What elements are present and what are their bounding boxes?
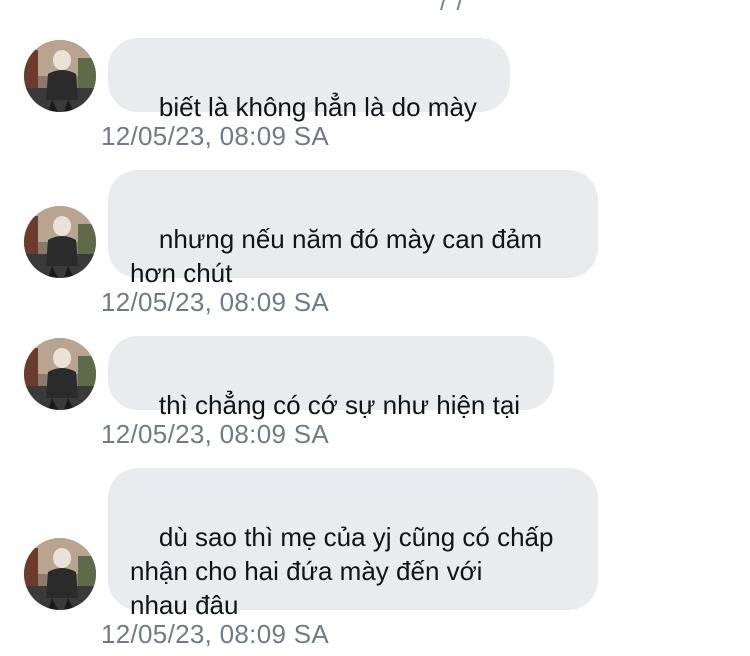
- message-bubble[interactable]: thì chẳng có cớ sự như hiện tại: [108, 336, 554, 420]
- message-timestamp: 12/05/23, 08:09 SA: [101, 287, 330, 317]
- avatar-image: [24, 538, 96, 610]
- message-timestamp: 12/05/23, 08:09 SA: [101, 121, 330, 151]
- message-timestamp: 12/05/23, 08:09 SA: [101, 419, 330, 449]
- message-timestamp: 12/05/23, 08:09 SA: [101, 619, 330, 649]
- message-bubble[interactable]: nhưng nếu năm đó mày can đảm hơn chút: [108, 170, 598, 288]
- avatar[interactable]: [24, 338, 96, 410]
- message-text: nhưng nếu năm đó mày can đảm hơn chút: [130, 224, 542, 288]
- message-text: biết là không hẳn là do mày: [158, 92, 477, 122]
- clipped-previous-timestamp: / /: [440, 0, 465, 16]
- avatar-image: [24, 40, 96, 112]
- message-bubble[interactable]: biết là không hẳn là do mày: [108, 38, 510, 122]
- avatar-image: [24, 338, 96, 410]
- avatar[interactable]: [24, 538, 96, 610]
- avatar[interactable]: [24, 40, 96, 112]
- avatar[interactable]: [24, 206, 96, 278]
- message-bubble[interactable]: dù sao thì mẹ của yj cũng có chấp nhận c…: [108, 468, 598, 620]
- message-text: dù sao thì mẹ của yj cũng có chấp nhận c…: [130, 522, 554, 620]
- avatar-image: [24, 206, 96, 278]
- message-text: thì chẳng có cớ sự như hiện tại: [158, 390, 521, 420]
